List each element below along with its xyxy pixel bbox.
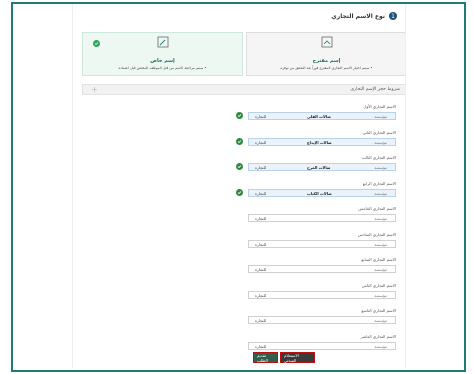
trade-name-label: الاسم التجاري الرابع [362,180,396,186]
valid-check-icon [236,112,243,119]
trade-name-label: الاسم التجاري التاسع [361,308,396,313]
activity-suffix-label: للتجارة [255,139,266,145]
activity-suffix-label: للتجارة [255,292,266,298]
trade-name-input[interactable]: مؤسسة للتجارة [248,265,396,273]
trade-name-value: صالات الإبداع [307,139,332,145]
main-page: 1 نوع الاسم التجاري إسم مقترح • سيتم اخت… [72,4,406,368]
trade-name-input[interactable]: مؤسسة للتجارة [248,290,396,299]
entity-type-label: مؤسسة [374,114,387,119]
submit-request-button[interactable]: تقديم الطلب [253,352,278,363]
entity-type-label: مؤسسة [374,216,387,221]
conditions-title: شروط حجز الإسم التجاري [350,87,400,92]
trade-name-input[interactable]: مؤسسة صالات القلي للتجارة [248,112,396,120]
card-title: إسم مقترح [312,58,341,64]
trade-name-label: الاسم التجاري السادس [357,231,396,237]
activity-suffix-label: للتجارة [255,241,266,247]
entity-type-label: مؤسسة [374,241,387,247]
plus-icon[interactable]: + [91,85,98,95]
trade-name-input[interactable]: مؤسسة صالات الإبداع للتجارة [248,137,396,146]
entity-type-label: مؤسسة [374,292,387,298]
card-description: • سيتم مراجعة الاسم من قبل الموظف المختص… [118,66,207,70]
entity-type-label: مؤسسة [374,318,387,323]
entity-type-label: مؤسسة [374,139,387,145]
action-buttons: تقديم الطلب الاستعلام المبدئي [253,352,315,363]
trade-name-input[interactable]: مؤسسة للتجارة [248,341,396,350]
valid-check-icon [236,163,243,170]
step-number: 1 [389,12,397,20]
document-icon [321,36,332,48]
activity-suffix-label: للتجارة [255,318,266,323]
trade-name-input[interactable]: مؤسسة للتجارة [248,214,396,222]
card-description: • سيتم اختيار الاسم التجاري المقترح فورا… [280,66,373,70]
entity-type-label: مؤسسة [374,190,387,196]
card-custom-name[interactable]: إسم خاص • سيتم مراجعة الاسم من قبل الموظ… [82,32,243,76]
trade-name-value: صالات المرح [307,165,331,170]
activity-suffix-label: للتجارة [255,343,266,349]
trade-name-input[interactable]: مؤسسة للتجارة [248,316,396,324]
trade-name-label: الاسم التجاري الأول [363,104,396,109]
selected-check-icon [93,40,100,47]
entity-type-label: مؤسسة [374,267,387,272]
conditions-accordion[interactable]: شروط حجز الإسم التجاري + [82,84,405,95]
valid-check-icon [236,188,243,196]
activity-suffix-label: للتجارة [255,165,266,170]
trade-name-input[interactable]: مؤسسة صالات المرح للتجارة [248,163,396,171]
activity-suffix-label: للتجارة [255,190,266,196]
trade-name-value: صالات الكتاب [307,190,332,196]
section-title: نوع الاسم التجاري [331,12,385,20]
valid-check-icon [236,137,243,145]
trade-name-label: الاسم التجاري الخامس [358,206,396,211]
entity-type-label: مؤسسة [374,165,387,170]
activity-suffix-label: للتجارة [255,267,266,272]
trade-name-value: صالات القلي [307,114,331,119]
trade-name-label: الاسم التجاري العاشر [360,333,396,339]
card-suggested-name[interactable]: إسم مقترح • سيتم اختيار الاسم التجاري ال… [246,32,405,76]
section-header: 1 نوع الاسم التجاري [331,12,397,20]
trade-name-input[interactable]: مؤسسة للتجارة [248,239,396,248]
activity-suffix-label: للتجارة [255,216,266,221]
trade-name-label: الاسم التجاري الثالث [361,155,396,160]
pen-document-icon [157,36,168,48]
activity-suffix-label: للتجارة [255,114,266,119]
trade-name-label: الاسم التجاري السابع [361,257,396,262]
entity-type-label: مؤسسة [374,343,387,349]
trade-name-input[interactable]: مؤسسة صالات الكتاب للتجارة [248,188,396,197]
card-title: إسم خاص [150,58,175,64]
trade-name-label: الاسم التجاري الثامن [361,282,396,288]
trade-name-label: الاسم التجاري الثاني [362,129,396,135]
initial-inquiry-button[interactable]: الاستعلام المبدئي [280,352,315,363]
